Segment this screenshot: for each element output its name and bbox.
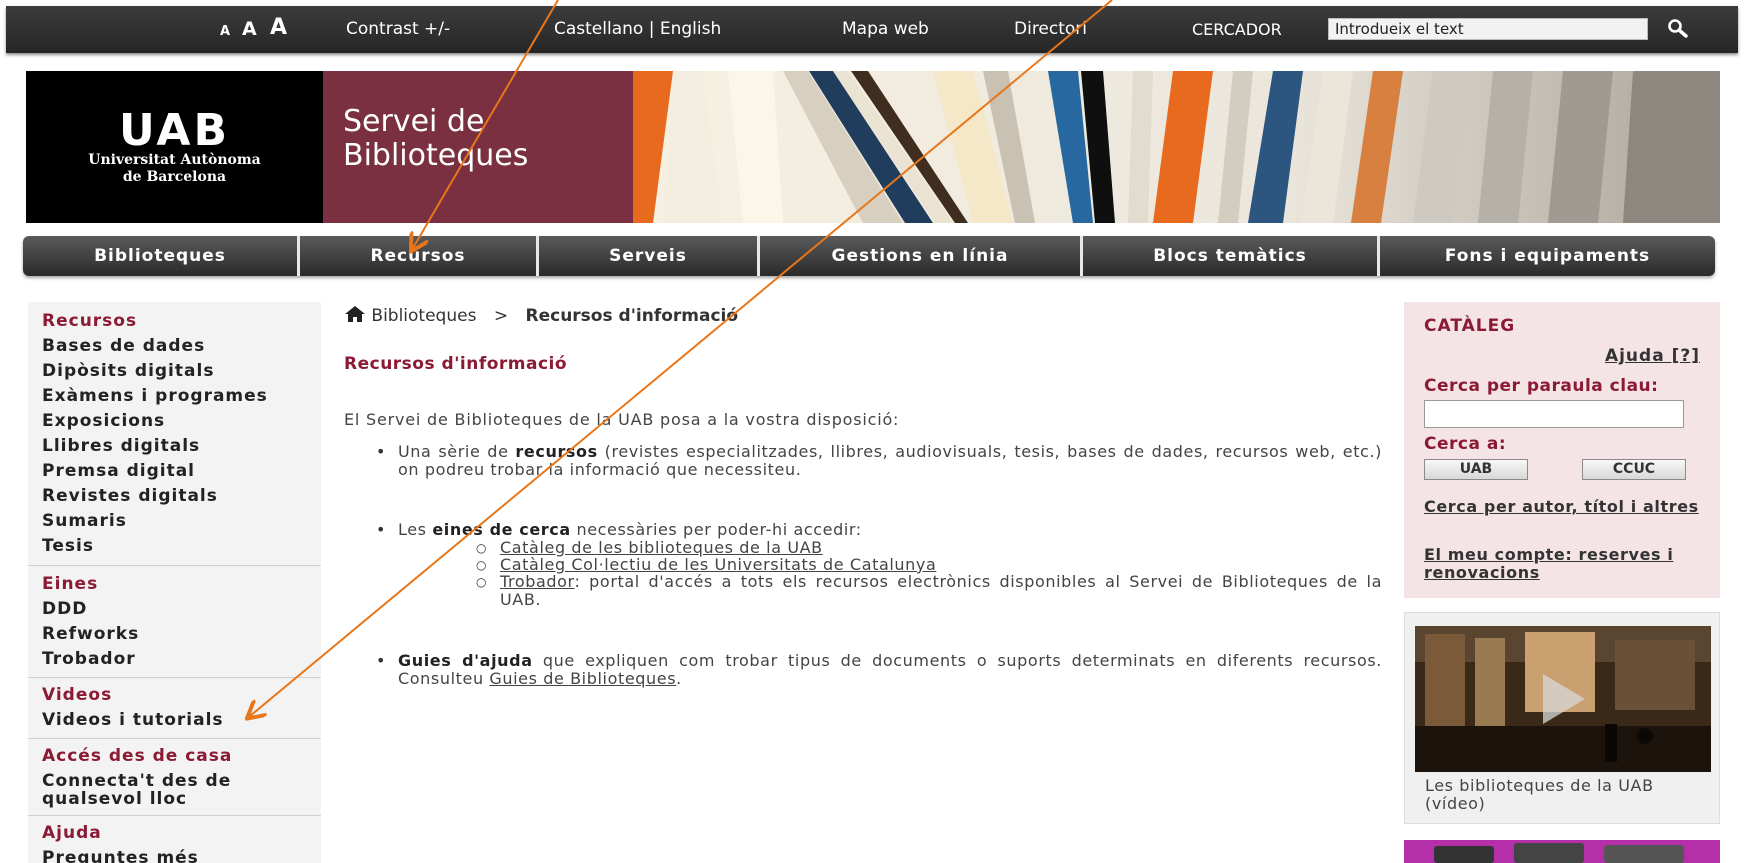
sidebar-item-sumaris[interactable]: Sumaris (28, 509, 321, 534)
sidebar-group-acces: Accés des de casa Connecta't des de qual… (28, 744, 321, 808)
sidebar-item-ddd[interactable]: DDD (28, 597, 321, 622)
video-thumbnail[interactable] (1415, 626, 1711, 772)
catalog-help-link[interactable]: Ajuda [?] (1605, 346, 1700, 366)
search-uab-button[interactable]: UAB (1424, 459, 1528, 480)
breadcrumb-current: Recursos d'informació (525, 306, 739, 326)
main-navigation: Biblioteques Recursos Serveis Gestions e… (23, 236, 1715, 276)
nav-item-fons[interactable]: Fons i equipaments (1380, 236, 1715, 276)
trobador-link[interactable]: Trobador (500, 572, 574, 591)
sidebar-head-eines[interactable]: Eines (28, 572, 321, 597)
bullet-eines: Les eines de cerca necessàries per poder… (376, 521, 1382, 540)
site-search-input[interactable] (1328, 18, 1648, 40)
font-size-medium-button[interactable]: A (242, 18, 257, 40)
sidebar-item-connecta-line1[interactable]: Connecta't des de (28, 772, 321, 790)
logo-subtitle: Universitat Autònoma de Barcelona (88, 152, 261, 185)
bullet-recursos: Una sèrie de recursos (revistes especial… (376, 443, 1382, 479)
search-in-label: Cerca a: (1424, 434, 1507, 454)
font-size-large-button[interactable]: A (270, 15, 287, 40)
catalog-keyword-input[interactable] (1424, 400, 1684, 428)
sidebar-head-ajuda[interactable]: Ajuda (28, 821, 321, 846)
top-utility-bar: A A A Contrast +/- Castellano | English … (6, 6, 1738, 53)
search-icon[interactable] (1666, 18, 1690, 40)
intro-text: El Servei de Biblioteques de la UAB posa… (344, 410, 900, 429)
site-title-box: Servei de Biblioteques (323, 71, 633, 223)
sidebar-head-recursos[interactable]: Recursos (28, 309, 321, 334)
sub-item-trobador: Trobador: portal d'accés a tots els recu… (476, 572, 1382, 609)
font-size-small-button[interactable]: A (220, 24, 230, 39)
sidebar-divider (28, 738, 321, 739)
sidebar-head-videos[interactable]: Videos (28, 683, 321, 708)
directory-link[interactable]: Directori (1014, 19, 1087, 39)
sidebar-item-diposits-digitals[interactable]: Dipòsits digitals (28, 359, 321, 384)
nav-item-serveis[interactable]: Serveis (539, 236, 757, 276)
search-label: CERCADOR (1192, 20, 1282, 39)
sidebar-divider (28, 565, 321, 566)
nav-item-recursos[interactable]: Recursos (300, 236, 536, 276)
video-caption: Les biblioteques de la UAB (vídeo) (1425, 776, 1654, 813)
sidebar-item-videos-tutorials[interactable]: Videos i tutorials (28, 708, 321, 733)
promo-banner[interactable] (1404, 840, 1720, 863)
nav-item-biblioteques[interactable]: Biblioteques (23, 236, 297, 276)
sitemap-link[interactable]: Mapa web (842, 19, 929, 39)
bullet-guies: Guies d'ajuda que expliquen com trobar t… (376, 652, 1382, 688)
breadcrumb: Biblioteques > Recursos d'informació (344, 305, 738, 326)
nav-item-gestions[interactable]: Gestions en línia (760, 236, 1080, 276)
site-title: Servei de Biblioteques (343, 104, 529, 173)
sidebar-divider (28, 677, 321, 678)
breadcrumb-home[interactable]: Biblioteques (371, 306, 476, 326)
language-switch[interactable]: Castellano | English (554, 19, 721, 39)
sidebar-item-examens[interactable]: Exàmens i programes (28, 384, 321, 409)
sidebar-item-exposicions[interactable]: Exposicions (28, 409, 321, 434)
logo-mark: UAB (119, 105, 230, 156)
contrast-link[interactable]: Contrast +/- (346, 19, 450, 39)
sidebar-item-premsa-digital[interactable]: Premsa digital (28, 459, 321, 484)
catalog-title: CATÀLEG (1424, 316, 1516, 336)
sidebar-item-connecta-line2[interactable]: qualsevol lloc (28, 790, 321, 808)
video-widget: Les biblioteques de la UAB (vídeo) (1404, 612, 1720, 824)
header-banner: UAB Universitat Autònoma de Barcelona Se… (26, 71, 1720, 223)
left-sidebar: Recursos Bases de dades Dipòsits digital… (28, 302, 321, 863)
nav-item-blocs[interactable]: Blocs temàtics (1083, 236, 1377, 276)
sidebar-group-eines: Eines DDD Refworks Trobador (28, 572, 321, 672)
guies-link[interactable]: Guies de Biblioteques (489, 669, 676, 688)
breadcrumb-separator: > (493, 306, 509, 326)
my-account-link[interactable]: El meu compte: reserves i renovacions (1424, 546, 1704, 582)
sidebar-group-ajuda: Ajuda Preguntes més (28, 821, 321, 863)
sidebar-item-tesis[interactable]: Tesis (28, 534, 321, 559)
sidebar-item-preguntes[interactable]: Preguntes més (28, 846, 321, 863)
catalog-search-box: CATÀLEG Ajuda [?] Cerca per paraula clau… (1404, 302, 1720, 598)
sidebar-item-bases-de-dades[interactable]: Bases de dades (28, 334, 321, 359)
page-title: Recursos d'informació (344, 354, 568, 374)
sidebar-divider (28, 815, 321, 816)
advanced-search-link[interactable]: Cerca per autor, títol i altres (1424, 498, 1704, 516)
books-banner-image (633, 71, 1720, 223)
sidebar-item-trobador[interactable]: Trobador (28, 647, 321, 672)
sidebar-group-videos: Videos Videos i tutorials (28, 683, 321, 733)
sidebar-item-revistes-digitals[interactable]: Revistes digitals (28, 484, 321, 509)
sidebar-item-llibres-digitals[interactable]: Llibres digitals (28, 434, 321, 459)
search-ccuc-button[interactable]: CCUC (1582, 459, 1686, 480)
sidebar-group-recursos: Recursos Bases de dades Dipòsits digital… (28, 309, 321, 559)
uab-logo[interactable]: UAB Universitat Autònoma de Barcelona (26, 71, 323, 223)
keyword-label: Cerca per paraula clau: (1424, 376, 1659, 396)
sidebar-item-refworks[interactable]: Refworks (28, 622, 321, 647)
sidebar-head-acces[interactable]: Accés des de casa (28, 744, 321, 769)
home-icon[interactable] (344, 305, 366, 323)
